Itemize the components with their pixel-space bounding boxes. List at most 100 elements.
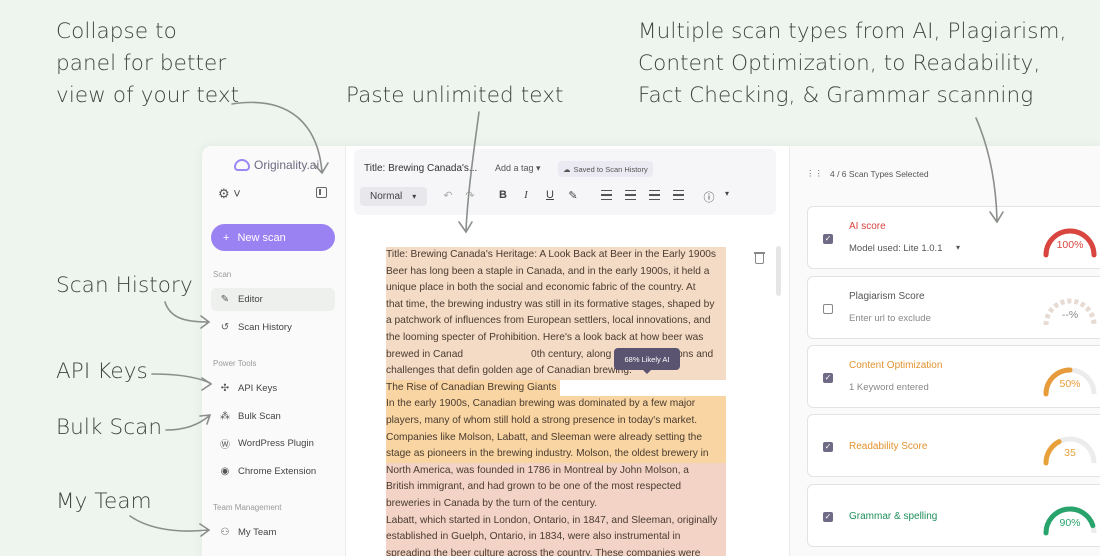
gear-icon[interactable]: ⚙︎ ˅ bbox=[218, 186, 241, 202]
align-right-icon[interactable] bbox=[649, 190, 660, 200]
trash-icon[interactable] bbox=[754, 252, 765, 264]
scan-type-checkbox[interactable] bbox=[823, 304, 833, 314]
saved-label: Saved to Scan History bbox=[573, 164, 648, 174]
scan-card-title: Grammar & spelling bbox=[849, 511, 938, 522]
doc-line: the looming specter of Prohibition. Here… bbox=[386, 329, 726, 347]
doc-line: a patchwork of influences from European … bbox=[386, 313, 726, 330]
app-window: Originality.ai ⚙︎ ˅ + New scan Scan ✎ Ed… bbox=[202, 146, 1100, 556]
scan-card-title: Plagiarism Score bbox=[849, 291, 925, 302]
score-gauge: 100% bbox=[1040, 219, 1100, 259]
text-style-select[interactable]: Normal ▾ bbox=[360, 187, 427, 206]
scan-card-title: Content Optimization bbox=[849, 360, 943, 371]
editor: Title: Brewing Canada's... Add a tag ▾ ☁… bbox=[346, 146, 790, 556]
annotation-paste: Paste unlimited text bbox=[346, 83, 564, 108]
sidebar-item-wordpress[interactable]: Ⓦ WordPress Plugin bbox=[211, 432, 335, 455]
scan-panel: ⋮⋮ 4 / 6 Scan Types Selected ✓ AI score Mo… bbox=[790, 146, 1100, 556]
sidebar-item-label: Scan History bbox=[238, 322, 292, 333]
annotation-scan-history: Scan History bbox=[56, 273, 193, 298]
undo-icon[interactable]: ↶ bbox=[441, 189, 455, 202]
annotation-collapse-line-3: view of your text bbox=[56, 83, 240, 108]
annotation-bulk-scan: Bulk Scan bbox=[56, 415, 163, 440]
score-value: 50% bbox=[1059, 378, 1081, 390]
scan-card[interactable]: ✓ Content Optimization 1 Keyword entered 50… bbox=[807, 345, 1100, 408]
score-value: --% bbox=[1061, 309, 1079, 321]
align-justify-icon[interactable] bbox=[673, 190, 684, 200]
editor-scrollbar[interactable] bbox=[776, 246, 781, 296]
sidebar-item-label: My Team bbox=[238, 527, 277, 538]
sidebar-item-label: API Keys bbox=[238, 383, 278, 394]
redo-icon[interactable]: ↷ bbox=[463, 189, 477, 202]
annotation-scan-types-line-2: Content Optimization, to Readability, bbox=[638, 51, 1041, 76]
underline-icon[interactable]: U bbox=[543, 189, 557, 201]
sidebar-item-chrome[interactable]: ◉ Chrome Extension bbox=[211, 460, 335, 483]
doc-line: British immigrant, and had grown to be o… bbox=[386, 479, 726, 496]
score-value: 90% bbox=[1059, 517, 1081, 529]
scan-types-selected: 4 / 6 Scan Types Selected bbox=[830, 168, 929, 179]
text-style-label: Normal bbox=[370, 191, 403, 202]
scan-type-checkbox[interactable]: ✓ bbox=[823, 373, 833, 383]
brain-icon bbox=[234, 159, 250, 171]
annotation-collapse: Collapse to panel for better view of you… bbox=[56, 16, 239, 112]
doc-line: breweries in Canada by the turn of the c… bbox=[386, 495, 726, 513]
arrow-my-team bbox=[129, 515, 209, 532]
document-body[interactable]: Title: Brewing Canada's Heritage: A Look… bbox=[386, 247, 726, 556]
bold-icon[interactable]: B bbox=[496, 189, 510, 201]
annotation-api-keys: API Keys bbox=[56, 359, 148, 384]
scan-type-checkbox[interactable]: ✓ bbox=[823, 512, 833, 522]
info-icon[interactable]: ⓘ bbox=[702, 189, 716, 205]
scan-type-checkbox[interactable]: ✓ bbox=[823, 442, 833, 452]
doc-line: Title: Brewing Canada's Heritage: A Look… bbox=[386, 247, 726, 264]
align-center-icon[interactable] bbox=[625, 190, 636, 200]
italic-icon[interactable]: I bbox=[519, 189, 533, 201]
doc-line-head: brewed in Canad bbox=[386, 348, 464, 360]
doc-line-head: challenges that defin bbox=[386, 365, 480, 377]
sidebar-item-bulk-scan[interactable]: ⁂ Bulk Scan bbox=[211, 405, 335, 428]
scan-card-title: Readability Score bbox=[849, 441, 928, 452]
sidebar-item-api-keys[interactable]: ✣ API Keys bbox=[211, 377, 335, 400]
scan-type-checkbox[interactable]: ✓ bbox=[823, 234, 833, 244]
annotation-collapse-line-2: panel for better bbox=[56, 51, 227, 76]
sidebar-item-scan-history[interactable]: ↺ Scan History bbox=[211, 316, 335, 339]
add-tag-dropdown[interactable]: Add a tag ▾ bbox=[495, 163, 541, 174]
new-scan-button[interactable]: + New scan bbox=[211, 224, 335, 251]
sidebar-item-label: WordPress Plugin bbox=[238, 438, 314, 449]
score-value: 100% bbox=[1056, 239, 1084, 251]
annotation-collapse-line-1: Collapse to bbox=[56, 19, 177, 44]
section-scan: Scan bbox=[213, 270, 232, 279]
doc-line: Labatt, which started in London, Ontario… bbox=[386, 512, 726, 530]
caret-down-icon: ▾ bbox=[536, 163, 541, 173]
toolbar: Title: Brewing Canada's... Add a tag ▾ ☁… bbox=[354, 149, 776, 215]
saved-badge: ☁ Saved to Scan History bbox=[558, 161, 653, 177]
panel-header: ⋮⋮ 4 / 6 Scan Types Selected bbox=[806, 168, 929, 179]
scan-card[interactable]: ✓ AI score Model used: Lite 1.0.1 ▾ 100% bbox=[807, 206, 1100, 269]
scan-card[interactable]: Plagiarism Score Enter url to exclude --% bbox=[807, 276, 1100, 339]
doc-line: Companies like Molson, Labatt, and Sleem… bbox=[386, 429, 726, 447]
annotation-my-team: My Team bbox=[56, 489, 152, 514]
doc-heading: The Rise of Canadian Brewing Giants bbox=[386, 379, 560, 397]
caret-down-icon[interactable]: ▾ bbox=[720, 189, 734, 198]
sidebar-item-editor[interactable]: ✎ Editor bbox=[211, 288, 335, 311]
exclude-url-input[interactable]: Enter url to exclude bbox=[849, 313, 931, 324]
doc-line: unique place in both the social and econ… bbox=[386, 280, 726, 297]
annotation-scan-types-line-3: Fact Checking, & Grammar scanning bbox=[638, 83, 1034, 108]
score-gauge: 50% bbox=[1040, 358, 1100, 398]
plus-icon: + bbox=[223, 231, 230, 244]
doc-line: In the early 1900s, Canadian brewing was… bbox=[386, 396, 726, 413]
doc-line: North America, was founded in 1786 in Mo… bbox=[386, 462, 726, 480]
collapse-panel-icon[interactable] bbox=[316, 187, 327, 198]
scan-card[interactable]: ✓ Grammar & spelling 90% bbox=[807, 484, 1100, 547]
sidebar-item-my-team[interactable]: ⚇ My Team bbox=[211, 521, 335, 544]
scan-card-title: AI score bbox=[849, 221, 886, 232]
scan-card[interactable]: ✓ Readability Score 35 bbox=[807, 414, 1100, 477]
model-select[interactable]: Model used: Lite 1.0.1 bbox=[849, 243, 942, 254]
wordpress-icon: Ⓦ bbox=[220, 440, 230, 451]
align-left-icon[interactable] bbox=[601, 190, 612, 200]
doc-line: that time, the brewing industry was stil… bbox=[386, 296, 726, 314]
score-gauge: --% bbox=[1040, 289, 1100, 329]
grid-icon: ⋮⋮ bbox=[806, 168, 823, 178]
document-title[interactable]: Title: Brewing Canada's... bbox=[364, 163, 477, 174]
cloud-icon: ☁ bbox=[563, 164, 571, 174]
caret-down-icon: ▾ bbox=[956, 243, 961, 252]
highlight-icon[interactable]: ✎ bbox=[566, 189, 580, 202]
pencil-icon: ✎ bbox=[220, 294, 230, 305]
